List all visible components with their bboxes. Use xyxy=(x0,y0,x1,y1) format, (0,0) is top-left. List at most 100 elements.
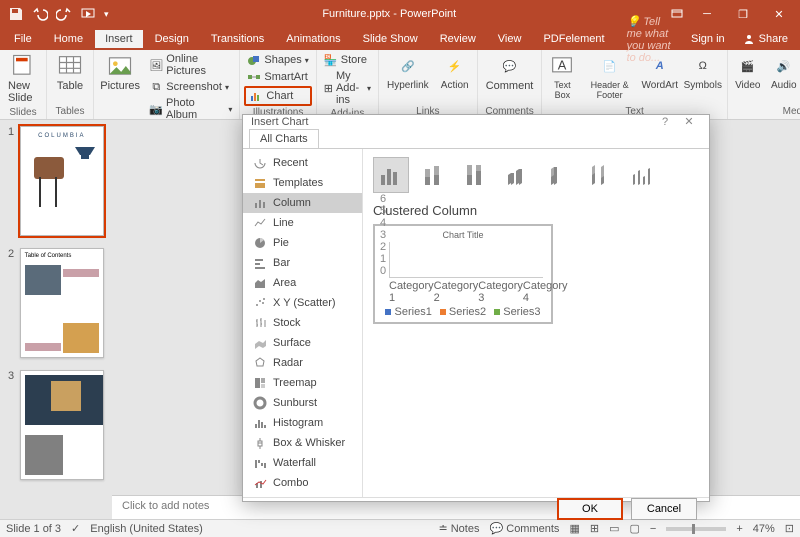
redo-icon[interactable] xyxy=(56,6,72,22)
save-icon[interactable] xyxy=(8,6,24,22)
my-addins-button[interactable]: ⊞My Add-ins▾ xyxy=(321,69,374,107)
header-footer-button[interactable]: 📄Header & Footer xyxy=(582,52,636,102)
status-bar: Slide 1 of 3 ✓ English (United States) ≐… xyxy=(0,519,800,537)
category-combo[interactable]: Combo xyxy=(243,473,362,493)
start-slideshow-icon[interactable] xyxy=(80,6,96,22)
slide-thumbnail-1[interactable]: COLUMBIA xyxy=(20,126,104,236)
category-x-y-scatter-[interactable]: X Y (Scatter) xyxy=(243,293,362,313)
action-button[interactable]: ⚡Action xyxy=(437,52,473,93)
window-title: Furniture.pptx - PowerPoint xyxy=(117,8,662,20)
tab-insert[interactable]: Insert xyxy=(95,30,143,48)
tab-animations[interactable]: Animations xyxy=(276,30,350,48)
ribbon-tabs: File Home Insert Design Transitions Anim… xyxy=(0,28,800,50)
undo-icon[interactable] xyxy=(32,6,48,22)
minimize-button[interactable]: ─ xyxy=(694,8,720,20)
status-slide-number: Slide 1 of 3 xyxy=(6,523,61,535)
zoom-in-button[interactable]: + xyxy=(736,523,742,535)
status-spellcheck-icon[interactable]: ✓ xyxy=(71,522,80,535)
dialog-help-button[interactable]: ? xyxy=(653,116,677,128)
ribbon: New Slide Slides Table Tables Pictures 🖼… xyxy=(0,50,800,120)
insert-chart-dialog: Insert Chart ? ✕ All Charts RecentTempla… xyxy=(242,114,710,502)
shapes-button[interactable]: Shapes▾ xyxy=(244,52,311,68)
photo-album-button[interactable]: 📷Photo Album▾ xyxy=(146,96,235,122)
close-button[interactable]: ✕ xyxy=(766,8,792,21)
fit-to-window-icon[interactable]: ⊡ xyxy=(785,522,794,535)
screenshot-button[interactable]: ⧉Screenshot▾ xyxy=(146,79,235,95)
tab-slideshow[interactable]: Slide Show xyxy=(353,30,428,48)
status-language[interactable]: English (United States) xyxy=(90,523,203,535)
video-button[interactable]: 🎬Video xyxy=(732,52,764,93)
status-comments-button[interactable]: 💬 Comments xyxy=(489,522,559,535)
zoom-slider[interactable] xyxy=(666,527,726,531)
zoom-value[interactable]: 47% xyxy=(753,523,775,535)
view-sorter-icon[interactable]: ⊞ xyxy=(590,522,599,535)
dialog-title: Insert Chart xyxy=(251,116,308,128)
sign-in-link[interactable]: Sign in xyxy=(683,30,733,48)
category-stock[interactable]: Stock xyxy=(243,313,362,333)
category-sunburst[interactable]: Sunburst xyxy=(243,393,362,413)
category-pie[interactable]: Pie xyxy=(243,233,362,253)
slide-thumbnail-3[interactable] xyxy=(20,370,104,480)
subtype-3d-clustered-column[interactable] xyxy=(499,157,535,193)
tab-file[interactable]: File xyxy=(4,30,42,48)
pictures-button[interactable]: Pictures xyxy=(98,52,142,94)
tab-design[interactable]: Design xyxy=(145,30,199,48)
category-templates[interactable]: Templates xyxy=(243,173,362,193)
subtype-100-stacked-column[interactable] xyxy=(457,157,493,193)
restore-button[interactable]: ❐ xyxy=(730,8,756,21)
subtype-3d-column[interactable] xyxy=(625,157,661,193)
view-slideshow-icon[interactable]: ▢ xyxy=(629,522,639,535)
online-pictures-button[interactable]: 🖼Online Pictures xyxy=(146,52,235,78)
text-box-button[interactable]: AText Box xyxy=(546,52,578,102)
chart-button[interactable]: Chart xyxy=(244,86,311,106)
category-radar[interactable]: Radar xyxy=(243,353,362,373)
category-histogram[interactable]: Histogram xyxy=(243,413,362,433)
subtype-title: Clustered Column xyxy=(373,203,699,218)
share-button[interactable]: Share xyxy=(735,30,796,48)
category-column[interactable]: Column xyxy=(243,193,362,213)
tab-view[interactable]: View xyxy=(488,30,532,48)
dialog-close-button[interactable]: ✕ xyxy=(677,115,701,128)
group-label-slides: Slides xyxy=(4,106,42,120)
audio-button[interactable]: 🔊Audio xyxy=(768,52,800,93)
zoom-out-button[interactable]: − xyxy=(650,523,656,535)
symbols-button[interactable]: ΩSymbols xyxy=(683,52,723,93)
subtype-stacked-column[interactable] xyxy=(415,157,451,193)
category-box-whisker[interactable]: Box & Whisker xyxy=(243,433,362,453)
tab-transitions[interactable]: Transitions xyxy=(201,30,274,48)
category-bar[interactable]: Bar xyxy=(243,253,362,273)
table-button[interactable]: Table xyxy=(51,52,89,94)
wordart-button[interactable]: AWordArt xyxy=(641,52,679,93)
ok-button[interactable]: OK xyxy=(557,498,623,520)
subtype-3d-100-stacked-column[interactable] xyxy=(583,157,619,193)
category-line[interactable]: Line xyxy=(243,213,362,233)
category-waterfall[interactable]: Waterfall xyxy=(243,453,362,473)
comment-button[interactable]: 💬Comment xyxy=(482,52,538,94)
status-notes-button[interactable]: ≐ Notes xyxy=(438,522,479,535)
store-button[interactable]: 🏪Store xyxy=(321,52,374,68)
chart-category-list: RecentTemplatesColumnLinePieBarAreaX Y (… xyxy=(243,149,363,497)
category-treemap[interactable]: Treemap xyxy=(243,373,362,393)
slide-thumbnail-2[interactable]: Table of Contents xyxy=(20,248,104,358)
category-recent[interactable]: Recent xyxy=(243,153,362,173)
chart-subtype-row xyxy=(373,157,699,193)
tab-pdfelement[interactable]: PDFelement xyxy=(533,30,614,48)
subtype-3d-stacked-column[interactable] xyxy=(541,157,577,193)
hyperlink-button[interactable]: 🔗Hyperlink xyxy=(383,52,433,93)
dialog-tab-all-charts[interactable]: All Charts xyxy=(249,129,319,148)
slide-thumbnails-panel: 1 COLUMBIA 2 Table of Contents 3 xyxy=(0,120,112,519)
view-normal-icon[interactable]: ▦ xyxy=(569,522,579,535)
smartart-button[interactable]: SmartArt xyxy=(244,69,311,85)
category-area[interactable]: Area xyxy=(243,273,362,293)
category-surface[interactable]: Surface xyxy=(243,333,362,353)
svg-text:A: A xyxy=(558,58,567,73)
chart-preview: Chart Title 0123456 Category 1Category 2… xyxy=(373,224,553,324)
cancel-button[interactable]: Cancel xyxy=(631,498,697,520)
tab-review[interactable]: Review xyxy=(430,30,486,48)
subtype-clustered-column[interactable] xyxy=(373,157,409,193)
group-label-media: Media xyxy=(732,105,800,119)
new-slide-button[interactable]: New Slide xyxy=(4,52,42,106)
tab-home[interactable]: Home xyxy=(44,30,93,48)
view-reading-icon[interactable]: ▭ xyxy=(609,522,619,535)
qat-more-icon[interactable]: ▾ xyxy=(104,9,109,20)
